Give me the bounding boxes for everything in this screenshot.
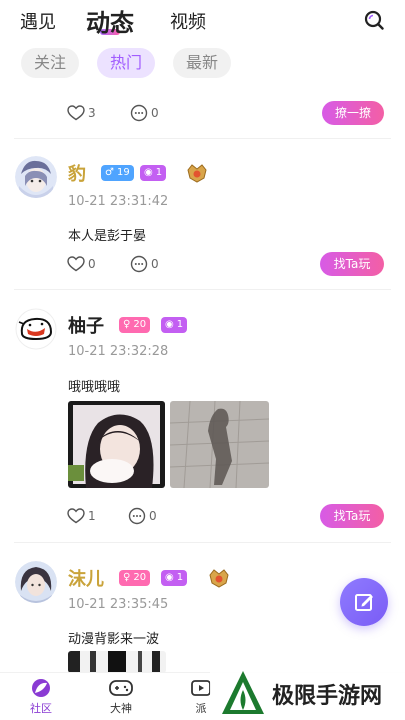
like-count: 3 bbox=[88, 106, 96, 120]
like-count: 1 bbox=[88, 509, 96, 523]
heart-icon bbox=[67, 508, 85, 524]
username[interactable]: 柚子 bbox=[68, 312, 104, 338]
crest-icon bbox=[209, 569, 229, 588]
gender-age-badge: ♀ 20 bbox=[119, 317, 151, 333]
crest-icon bbox=[187, 164, 207, 183]
avatar-image bbox=[15, 561, 57, 603]
level-text: 1 bbox=[176, 572, 184, 583]
community-icon bbox=[32, 679, 50, 697]
comment-button[interactable]: 0 bbox=[130, 101, 159, 125]
username[interactable]: 豹 bbox=[68, 160, 86, 186]
level-icon: ◉ bbox=[165, 319, 174, 330]
heart-icon bbox=[67, 105, 85, 121]
nav-community-label: 社区 bbox=[30, 702, 52, 715]
level-badge: ◉ 1 bbox=[140, 165, 167, 181]
like-count: 0 bbox=[88, 257, 96, 271]
prev-post-actions: 3 0 撩一撩 bbox=[0, 101, 405, 125]
post-time: 10-21 23:32:28 bbox=[68, 344, 169, 359]
level-icon: ◉ bbox=[144, 167, 153, 178]
level-badge: ◉ 1 bbox=[161, 317, 188, 333]
comment-button[interactable]: 0 bbox=[128, 504, 157, 528]
gender-age-badge: ♂ 19 bbox=[101, 165, 134, 181]
find-ta-button[interactable]: 找Ta玩 bbox=[320, 504, 384, 528]
level-text: 1 bbox=[176, 319, 184, 330]
avatar[interactable] bbox=[15, 156, 57, 198]
gamepad-icon bbox=[109, 680, 133, 696]
level-badge: ◉ 1 bbox=[161, 570, 188, 586]
comment-icon bbox=[130, 104, 148, 122]
age-text: 19 bbox=[116, 167, 130, 178]
search-button[interactable] bbox=[363, 9, 385, 31]
chip-latest[interactable]: 最新 bbox=[173, 48, 232, 78]
watermark-logo bbox=[222, 671, 264, 714]
level-icon: ◉ bbox=[165, 572, 174, 583]
post-photo[interactable] bbox=[170, 401, 269, 488]
like-button[interactable]: 3 bbox=[67, 101, 96, 125]
avatar-image bbox=[15, 308, 57, 350]
avatar[interactable] bbox=[15, 308, 57, 350]
gender-age-badge: ♀ 20 bbox=[119, 570, 151, 586]
watermark: 极限手游网 bbox=[210, 664, 405, 720]
tab-video[interactable]: 视频 bbox=[170, 8, 206, 34]
avatar[interactable] bbox=[15, 561, 57, 603]
nav-party-label: 派 bbox=[195, 702, 207, 715]
edit-icon bbox=[355, 594, 373, 611]
chip-following[interactable]: 关注 bbox=[21, 48, 80, 78]
post-actions: 0 0 找Ta玩 bbox=[0, 252, 405, 276]
post-photo[interactable] bbox=[68, 651, 166, 673]
post-time: 10-21 23:35:45 bbox=[68, 597, 169, 612]
post-text: 哦哦哦哦 bbox=[68, 380, 121, 395]
female-icon: ♀ bbox=[123, 319, 131, 330]
shadow-photo-image bbox=[170, 401, 269, 488]
divider bbox=[14, 289, 391, 290]
nav-community[interactable]: 社区 bbox=[16, 677, 66, 716]
selfie-image bbox=[68, 401, 165, 488]
comment-icon bbox=[128, 507, 146, 525]
age-text: 20 bbox=[133, 319, 147, 330]
heart-icon bbox=[67, 256, 85, 272]
post-card[interactable]: 柚子 ♀ 20 ◉ 1 10-21 23:32:28 哦哦哦哦 1 0 找Ta玩 bbox=[0, 300, 405, 540]
anime-back-image bbox=[68, 651, 166, 673]
post-photo[interactable] bbox=[68, 401, 165, 488]
comment-button[interactable]: 0 bbox=[130, 252, 159, 276]
nav-masters[interactable]: 大神 bbox=[96, 677, 146, 716]
avatar-image bbox=[15, 156, 57, 198]
comment-count: 0 bbox=[151, 257, 159, 271]
female-icon: ♀ bbox=[123, 572, 131, 583]
tab-feed[interactable]: 动态 bbox=[86, 3, 134, 38]
filter-chips: 关注 热门 最新 bbox=[0, 47, 405, 79]
comment-count: 0 bbox=[149, 509, 157, 523]
like-button[interactable]: 1 bbox=[67, 504, 96, 528]
divider bbox=[14, 542, 391, 543]
compose-button[interactable] bbox=[340, 578, 388, 626]
like-button[interactable]: 0 bbox=[67, 252, 96, 276]
tab-meet[interactable]: 遇见 bbox=[20, 8, 56, 34]
post-text: 动漫背影来一波 bbox=[68, 632, 160, 647]
post-card[interactable]: 豹 ♂ 19 ◉ 1 10-21 23:31:42 本人是彭于晏 0 0 找Ta玩 bbox=[0, 148, 405, 288]
watermark-text: 极限手游网 bbox=[272, 684, 383, 709]
flirt-button[interactable]: 撩一撩 bbox=[322, 101, 384, 125]
post-actions: 1 0 找Ta玩 bbox=[0, 504, 405, 528]
post-text: 本人是彭于晏 bbox=[68, 229, 147, 244]
age-text: 20 bbox=[133, 572, 147, 583]
post-time: 10-21 23:31:42 bbox=[68, 194, 169, 209]
comment-count: 0 bbox=[151, 106, 159, 120]
chip-hot[interactable]: 热门 bbox=[97, 48, 156, 78]
username[interactable]: 沫儿 bbox=[68, 565, 104, 591]
top-nav: 遇见 动态 视频 bbox=[0, 0, 405, 42]
level-text: 1 bbox=[155, 167, 163, 178]
find-ta-button[interactable]: 找Ta玩 bbox=[320, 252, 384, 276]
comment-icon bbox=[130, 255, 148, 273]
nav-masters-label: 大神 bbox=[110, 702, 132, 715]
divider bbox=[14, 138, 391, 139]
search-icon bbox=[364, 10, 384, 30]
male-icon: ♂ bbox=[105, 167, 114, 178]
